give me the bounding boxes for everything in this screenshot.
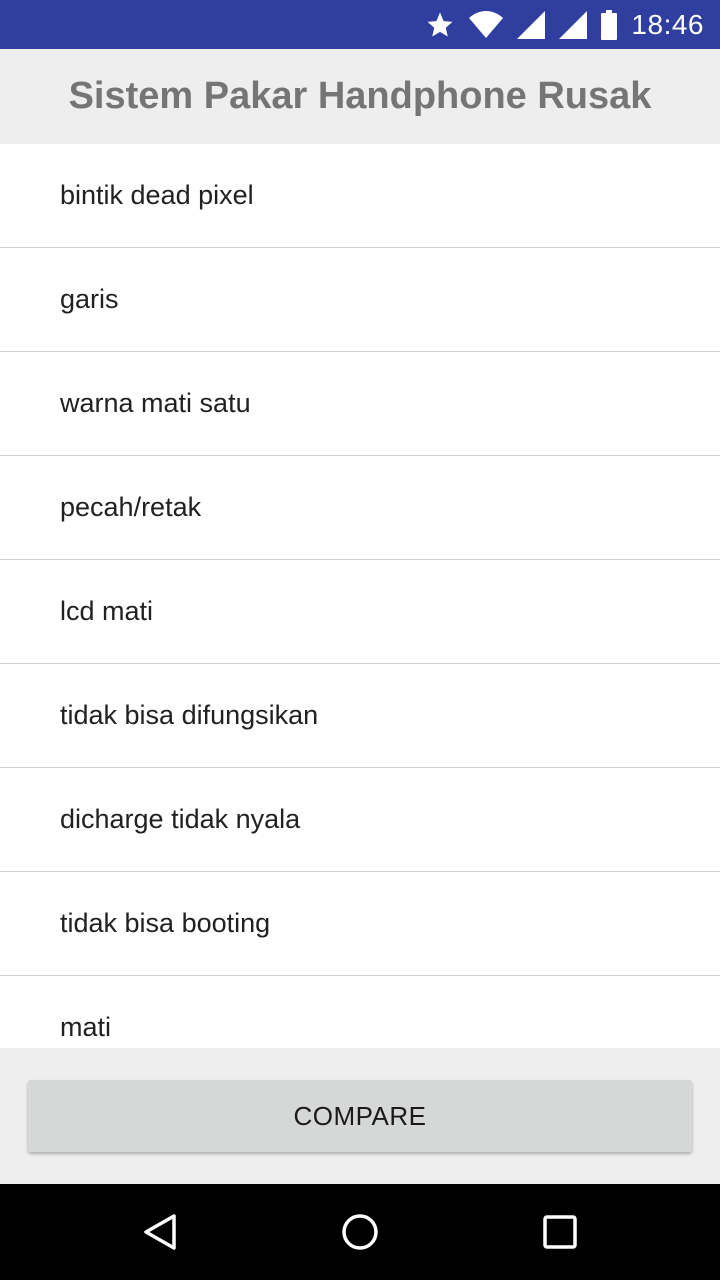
list-item-label: tidak bisa difungsikan	[60, 700, 319, 730]
list-item[interactable]: warna mati satu	[0, 352, 720, 456]
list-item[interactable]: bintik dead pixel	[0, 144, 720, 248]
list-item-label: tidak bisa booting	[60, 908, 271, 938]
status-bar: 18:46	[0, 0, 720, 49]
app-title: Sistem Pakar Handphone Rusak	[68, 75, 652, 117]
list-item-label: warna mati satu	[60, 388, 251, 418]
wifi-icon	[469, 10, 504, 38]
list-item[interactable]: garis	[0, 248, 720, 352]
recents-button[interactable]	[500, 1184, 620, 1280]
signal-icon	[559, 10, 588, 39]
signal-icon	[517, 10, 546, 39]
list-item-label: mati	[60, 1012, 112, 1042]
list-item[interactable]: tidak bisa booting	[0, 872, 720, 976]
navigation-bar	[0, 1184, 720, 1280]
home-button[interactable]	[300, 1184, 420, 1280]
list-item-label: dicharge tidak nyala	[60, 804, 301, 834]
star-icon	[427, 12, 453, 36]
compare-button[interactable]: COMPARE	[28, 1080, 692, 1152]
battery-icon	[601, 9, 618, 40]
status-time: 18:46	[631, 8, 704, 40]
list-item[interactable]: tidak bisa difungsikan	[0, 664, 720, 768]
list-item[interactable]: pecah/retak	[0, 456, 720, 560]
back-icon	[144, 1214, 176, 1250]
list-item-label: bintik dead pixel	[60, 180, 254, 210]
back-button[interactable]	[100, 1184, 220, 1280]
home-icon	[342, 1214, 378, 1250]
app-header: Sistem Pakar Handphone Rusak	[0, 49, 720, 144]
list-item[interactable]: mati	[0, 976, 720, 1048]
list-item-label: lcd mati	[60, 596, 154, 626]
recents-icon	[543, 1215, 577, 1249]
list-item[interactable]: dicharge tidak nyala	[0, 768, 720, 872]
list-item[interactable]: lcd mati	[0, 560, 720, 664]
symptom-list[interactable]: bintik dead pixel garis warna mati satu …	[0, 144, 720, 1048]
list-item-label: pecah/retak	[60, 492, 202, 522]
status-icons: 18:46	[425, 0, 704, 49]
list-item-label: garis	[60, 284, 119, 314]
bottom-panel: COMPARE	[0, 1048, 720, 1184]
